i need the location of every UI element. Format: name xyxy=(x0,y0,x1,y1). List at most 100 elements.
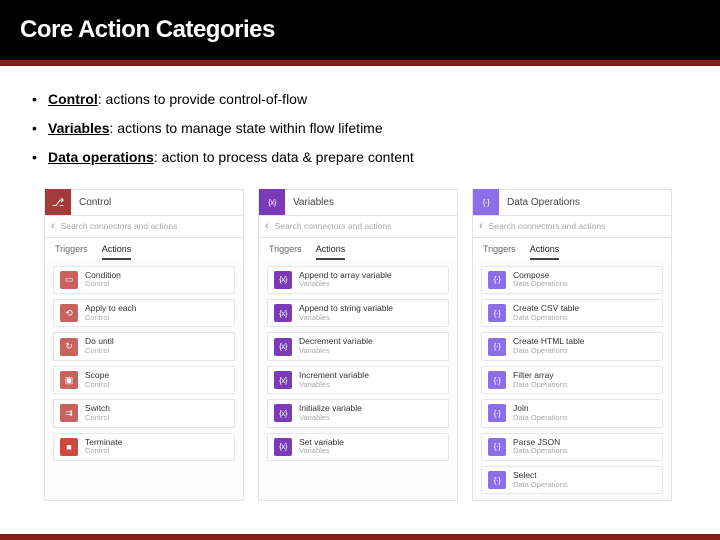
back-icon[interactable]: ‹ xyxy=(51,220,55,232)
bullet-term: Variables xyxy=(48,120,110,136)
action-subtitle: Control xyxy=(85,414,110,423)
action-subtitle: Control xyxy=(85,447,122,456)
control-action-icon xyxy=(60,371,78,389)
data-action-icon xyxy=(488,471,506,489)
bullet-data-operations: Data operations: action to process data … xyxy=(30,148,690,167)
tabs: Triggers Actions xyxy=(45,238,243,260)
slide-content: Control: actions to provide control-of-f… xyxy=(0,66,720,511)
action-subtitle: Control xyxy=(85,280,121,289)
action-subtitle: Data Operations xyxy=(513,481,568,490)
control-action-icon xyxy=(60,338,78,356)
data-action-icon xyxy=(488,338,506,356)
action-subtitle: Control xyxy=(85,347,114,356)
action-card[interactable]: JoinData Operations xyxy=(481,399,663,427)
tabs: Triggers Actions xyxy=(473,238,671,260)
variable-action-icon xyxy=(274,338,292,356)
accent-band-bottom xyxy=(0,534,720,540)
panel-data-operations: Data Operations ‹ Search connectors and … xyxy=(472,189,672,502)
bullet-desc: : action to process data & prepare conte… xyxy=(154,149,414,165)
control-action-icon xyxy=(60,271,78,289)
tab-triggers[interactable]: Triggers xyxy=(269,244,302,260)
search-row[interactable]: ‹ Search connectors and actions xyxy=(45,216,243,238)
action-card[interactable]: Decrement variableVariables xyxy=(267,332,449,360)
action-card[interactable]: Append to string variableVariables xyxy=(267,299,449,327)
variable-action-icon xyxy=(274,371,292,389)
variable-action-icon xyxy=(274,271,292,289)
search-row[interactable]: ‹ Search connectors and actions xyxy=(473,216,671,238)
bullet-desc: : actions to manage state within flow li… xyxy=(110,120,383,136)
action-card[interactable]: TerminateControl xyxy=(53,433,235,461)
action-card[interactable]: SwitchControl xyxy=(53,399,235,427)
panel-header-label: Control xyxy=(71,197,111,208)
action-card[interactable]: Initialize variableVariables xyxy=(267,399,449,427)
search-row[interactable]: ‹ Search connectors and actions xyxy=(259,216,457,238)
panels-row: Control ‹ Search connectors and actions … xyxy=(30,185,690,502)
data-action-icon xyxy=(488,271,506,289)
action-subtitle: Variables xyxy=(299,381,369,390)
action-subtitle: Data Operations xyxy=(513,280,568,289)
control-action-icon xyxy=(60,404,78,422)
bullet-term: Control xyxy=(48,91,98,107)
action-card[interactable]: Set variableVariables xyxy=(267,433,449,461)
panel-header-control: Control xyxy=(45,190,243,216)
data-items: ComposeData Operations Create CSV tableDa… xyxy=(473,260,671,501)
panel-header-variables: Variables xyxy=(259,190,457,216)
bullet-variables: Variables: actions to manage state withi… xyxy=(30,119,690,138)
action-subtitle: Data Operations xyxy=(513,447,568,456)
action-card[interactable]: ComposeData Operations xyxy=(481,266,663,294)
variables-icon xyxy=(259,189,285,215)
bullet-desc: : actions to provide control-of-flow xyxy=(98,91,307,107)
variable-action-icon xyxy=(274,438,292,456)
panel-header-label: Data Operations xyxy=(499,197,580,208)
bullet-term: Data operations xyxy=(48,149,154,165)
search-placeholder: Search connectors and actions xyxy=(275,221,392,231)
action-subtitle: Data Operations xyxy=(513,347,585,356)
tab-actions[interactable]: Actions xyxy=(316,244,346,260)
action-card[interactable]: ConditionControl xyxy=(53,266,235,294)
bullet-list: Control: actions to provide control-of-f… xyxy=(30,90,690,167)
control-items: ConditionControl Apply to eachControl Do u… xyxy=(45,260,243,467)
tab-triggers[interactable]: Triggers xyxy=(55,244,88,260)
action-card[interactable]: Do untilControl xyxy=(53,332,235,360)
action-card[interactable]: Append to array variableVariables xyxy=(267,266,449,294)
control-icon xyxy=(45,189,71,215)
action-subtitle: Data Operations xyxy=(513,414,568,423)
data-action-icon xyxy=(488,371,506,389)
data-operations-icon xyxy=(473,189,499,215)
panel-control: Control ‹ Search connectors and actions … xyxy=(44,189,244,502)
action-card[interactable]: ScopeControl xyxy=(53,366,235,394)
action-subtitle: Control xyxy=(85,381,109,390)
action-subtitle: Data Operations xyxy=(513,314,579,323)
tab-triggers[interactable]: Triggers xyxy=(483,244,516,260)
variables-items: Append to array variableVariables Append … xyxy=(259,260,457,467)
panel-variables: Variables ‹ Search connectors and action… xyxy=(258,189,458,502)
action-subtitle: Variables xyxy=(299,280,392,289)
search-placeholder: Search connectors and actions xyxy=(61,221,178,231)
action-card[interactable]: Parse JSONData Operations xyxy=(481,433,663,461)
action-card[interactable]: Create CSV tableData Operations xyxy=(481,299,663,327)
panel-header-label: Variables xyxy=(285,197,334,208)
bullet-control: Control: actions to provide control-of-f… xyxy=(30,90,690,109)
data-action-icon xyxy=(488,304,506,322)
action-card[interactable]: Apply to eachControl xyxy=(53,299,235,327)
action-subtitle: Data Operations xyxy=(513,381,568,390)
action-card[interactable]: Filter arrayData Operations xyxy=(481,366,663,394)
action-subtitle: Variables xyxy=(299,347,373,356)
search-placeholder: Search connectors and actions xyxy=(489,221,606,231)
tab-actions[interactable]: Actions xyxy=(102,244,132,260)
data-action-icon xyxy=(488,404,506,422)
title-bar: Core Action Categories xyxy=(0,0,720,60)
tabs: Triggers Actions xyxy=(259,238,457,260)
back-icon[interactable]: ‹ xyxy=(265,220,269,232)
tab-actions[interactable]: Actions xyxy=(530,244,560,260)
variable-action-icon xyxy=(274,404,292,422)
slide-title: Core Action Categories xyxy=(20,16,275,44)
action-card[interactable]: SelectData Operations xyxy=(481,466,663,494)
action-subtitle: Variables xyxy=(299,414,362,423)
back-icon[interactable]: ‹ xyxy=(479,220,483,232)
action-subtitle: Control xyxy=(85,314,137,323)
action-card[interactable]: Create HTML tableData Operations xyxy=(481,332,663,360)
action-subtitle: Variables xyxy=(299,314,393,323)
control-action-icon xyxy=(60,304,78,322)
action-card[interactable]: Increment variableVariables xyxy=(267,366,449,394)
